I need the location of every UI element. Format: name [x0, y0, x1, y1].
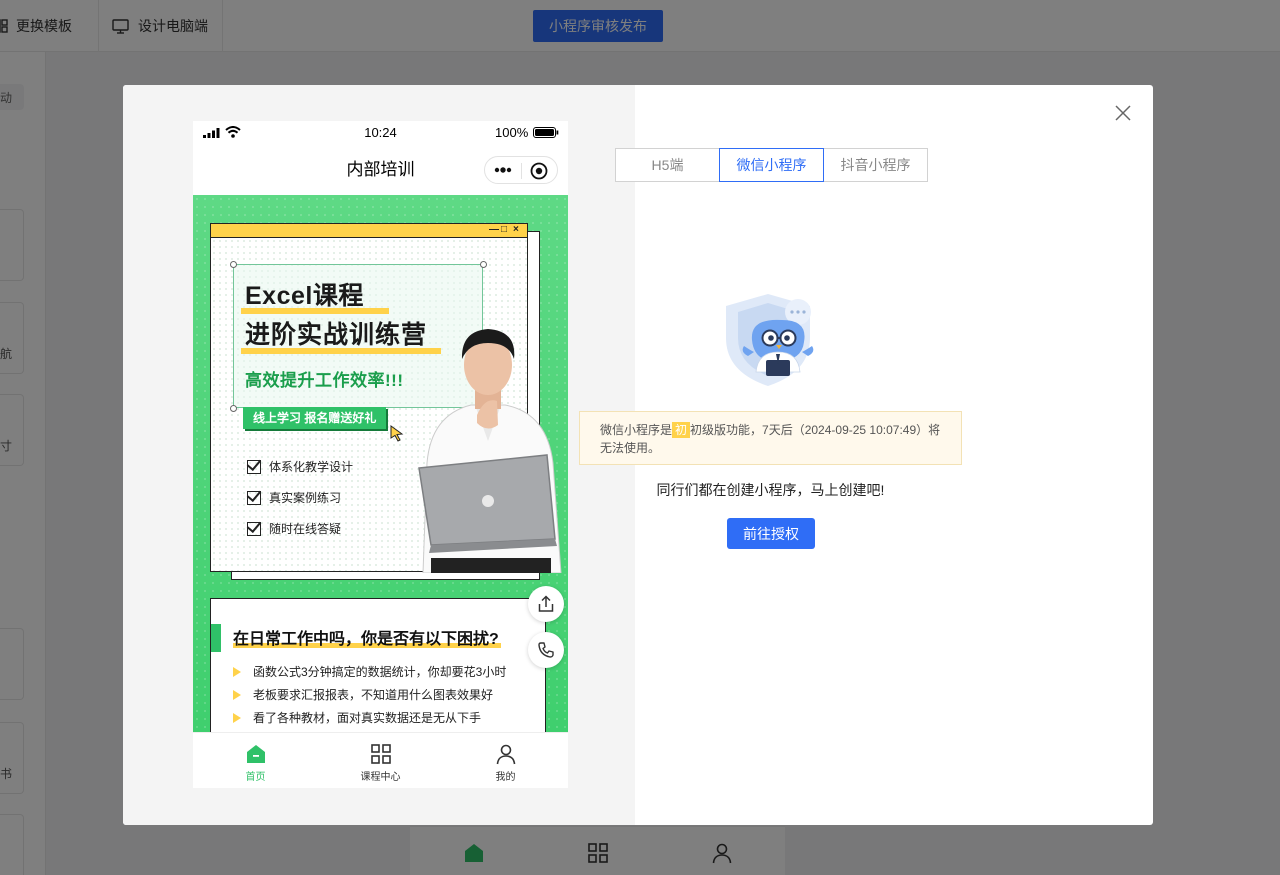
check-item-label: 真实案例练习 [269, 491, 342, 505]
tab-h5[interactable]: H5端 [615, 148, 720, 182]
arrow-icon [233, 712, 241, 723]
check-item: 体系化教学设计 [247, 458, 353, 475]
close-icon[interactable] [1113, 103, 1133, 123]
signup-tag[interactable]: 线上学习 报名赠送好礼 [243, 407, 387, 429]
phone-preview: 10:24 100% 内部培训 — □ × Excel课程 进阶实战训练营 高效… [193, 121, 568, 788]
window-titlebar: — □ × [211, 224, 527, 238]
selection-handle [230, 405, 237, 412]
maximize-icon: □ [501, 224, 508, 235]
presenter-illustration [418, 329, 562, 573]
tab-wechat-miniprogram[interactable]: 微信小程序 [719, 148, 824, 182]
close-icon: × [513, 224, 519, 235]
card-title: 在日常工作中吗，你是否有以下困扰? [233, 631, 499, 648]
platform-tabs: H5端 微信小程序 抖音小程序 [615, 148, 928, 182]
expiry-notice: 微信小程序是初初级版功能，7天后（2024-09-25 10:07:49）将无法… [579, 411, 962, 465]
battery-percent: 100% [495, 125, 529, 140]
pain-points-card: 在日常工作中吗，你是否有以下困扰? 函数公式3分钟搞定的数据统计，你却要花3小时… [210, 598, 546, 732]
checkbox-icon [247, 490, 261, 505]
pain-point-item: 看了各种教材，面对真实数据还是无从下手 [233, 709, 481, 726]
pain-point-label: 老板要求汇报报表，不知道用什么图表效果好 [253, 688, 494, 702]
tier-tag: 初 [672, 422, 691, 438]
mini-program-navbar: 内部培训 [193, 145, 568, 195]
close-miniprogram-icon[interactable] [530, 162, 548, 180]
share-icon [538, 595, 554, 612]
banner-subtitle: 高效提升工作效率!!! [245, 371, 404, 390]
checkbox-icon [247, 459, 261, 474]
tab-courses[interactable]: 课程中心 [318, 733, 443, 788]
more-icon[interactable] [494, 167, 512, 173]
tab-douyin-miniprogram[interactable]: 抖音小程序 [823, 148, 928, 182]
tab-home[interactable]: 首页 [193, 733, 318, 788]
mini-program-tabbar: 首页 课程中心 我的 [193, 732, 568, 788]
check-item: 随时在线答疑 [247, 520, 341, 537]
promo-text: 同行们都在创建小程序，马上创建吧! [656, 482, 885, 498]
battery-icon [533, 127, 559, 138]
pain-point-label: 函数公式3分钟搞定的数据统计，你却要花3小时 [253, 665, 507, 679]
tab-label: 课程中心 [360, 772, 401, 783]
selection-handle [480, 261, 487, 268]
home-icon [247, 745, 265, 763]
pain-point-item: 函数公式3分钟搞定的数据统计，你却要花3小时 [233, 663, 506, 680]
capsule-menu[interactable] [484, 156, 558, 184]
check-item-label: 随时在线答疑 [269, 522, 342, 536]
arrow-icon [233, 689, 241, 700]
tab-mine[interactable]: 我的 [443, 733, 568, 788]
pain-point-item: 老板要求汇报报表，不知道用什么图表效果好 [233, 686, 493, 703]
tab-label: 我的 [495, 772, 516, 783]
share-button[interactable] [528, 586, 564, 622]
page-content: — □ × Excel课程 进阶实战训练营 高效提升工作效率!!! 线上学习 报… [193, 195, 568, 732]
card-accent-bar [211, 624, 221, 652]
tab-label: 首页 [245, 772, 266, 783]
user-icon [496, 744, 516, 765]
minimize-icon: — [489, 224, 499, 235]
call-button[interactable] [528, 632, 564, 668]
checkbox-icon [247, 521, 261, 536]
status-bar: 10:24 100% [193, 121, 568, 145]
check-item-label: 体系化教学设计 [269, 460, 354, 474]
check-item: 真实案例练习 [247, 489, 341, 506]
authorize-button[interactable]: 前往授权 [727, 518, 815, 549]
grid-icon [371, 744, 391, 764]
notice-prefix: 微信小程序是 [600, 423, 673, 437]
preview-panel: 10:24 100% 内部培训 — □ × Excel课程 进阶实战训练营 高效… [123, 85, 635, 825]
phone-icon [538, 642, 554, 658]
arrow-icon [233, 666, 241, 677]
pain-point-label: 看了各种教材，面对真实数据还是无从下手 [253, 711, 482, 725]
banner-title-line2: 进阶实战训练营 [245, 321, 428, 349]
selection-handle [230, 261, 237, 268]
owl-mascot-illustration [726, 294, 814, 386]
capsule-divider [521, 163, 522, 179]
banner-title-line1: Excel课程 [245, 282, 364, 310]
